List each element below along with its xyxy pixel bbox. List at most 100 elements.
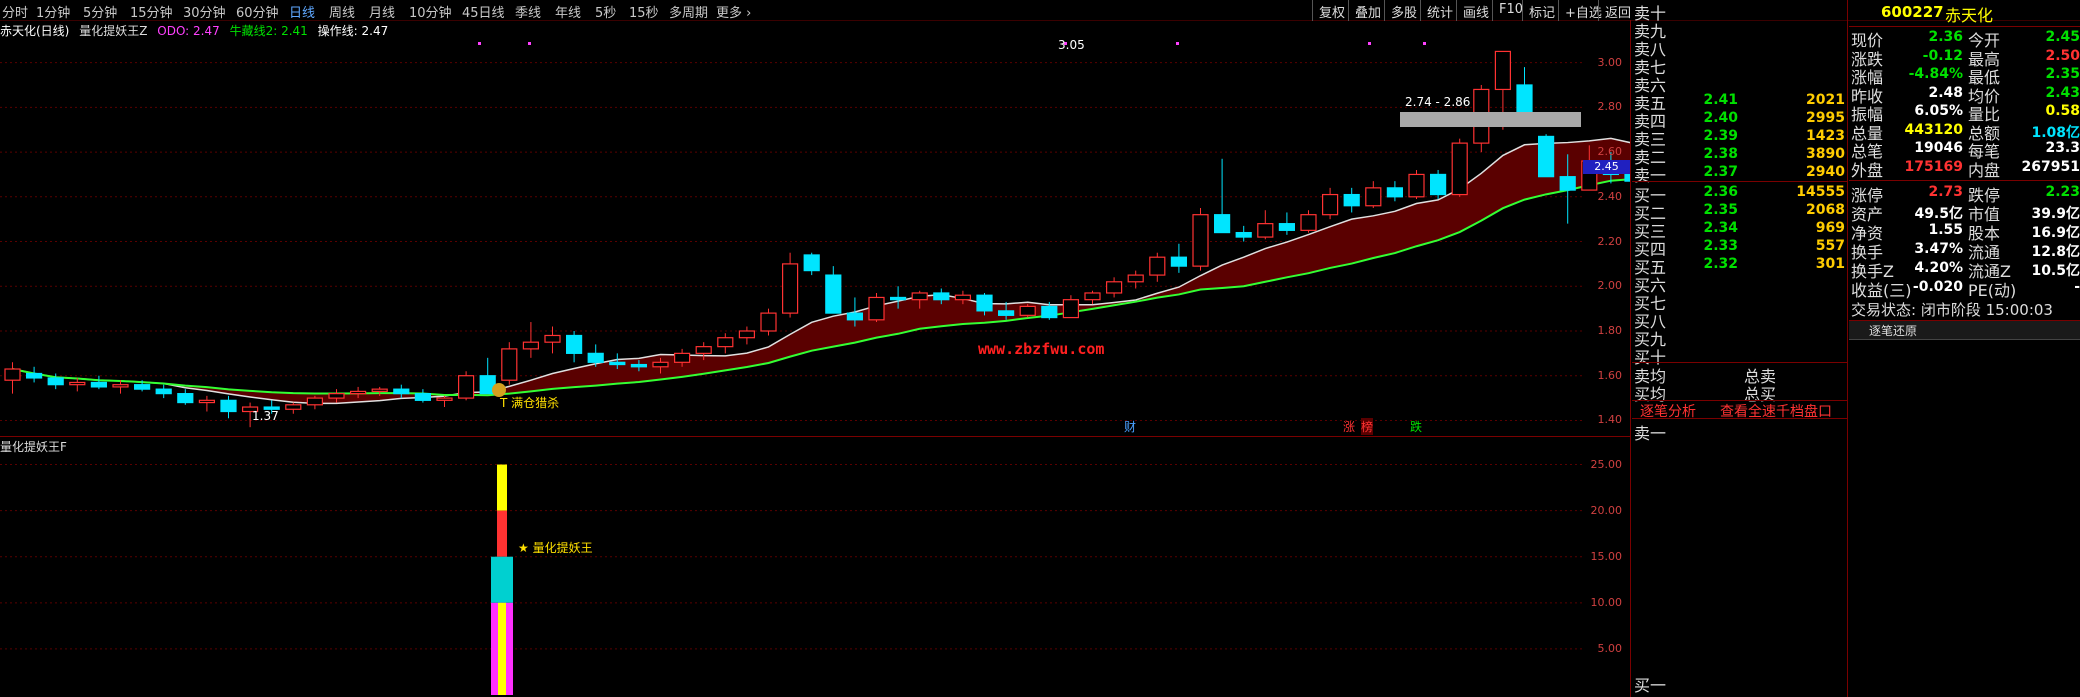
price-tick: 2.60 xyxy=(1597,145,1623,159)
candle-body xyxy=(1300,214,1317,231)
quote-divider xyxy=(1849,180,2080,181)
candle-body xyxy=(544,334,561,343)
bid-price[interactable]: 2.34 xyxy=(1678,220,1738,236)
quote-row-value: 443120 xyxy=(1904,121,1963,138)
bid-price[interactable]: 2.36 xyxy=(1678,184,1738,200)
period-0[interactable]: 分时 xyxy=(2,2,28,21)
candle-body xyxy=(26,372,43,379)
quote-row2-value-2: 16.9亿 xyxy=(2031,225,2080,241)
period-7[interactable]: 周线 xyxy=(329,2,355,21)
ob-divider-2 xyxy=(1632,418,1847,419)
toolbar-btn-2[interactable]: 多股 xyxy=(1384,0,1423,21)
period-6[interactable]: 日线 xyxy=(289,2,315,21)
candle-body xyxy=(1429,173,1447,196)
ask-price[interactable]: 2.41 xyxy=(1678,92,1738,108)
candle-body xyxy=(1537,135,1555,178)
niu-line-value: 牛藏线2: 2.41 xyxy=(229,24,308,38)
candle-body xyxy=(1127,274,1144,283)
bid-price[interactable]: 2.32 xyxy=(1678,256,1738,272)
candle-body xyxy=(803,254,820,272)
bid-vol: 969 xyxy=(1815,220,1845,236)
candle-body xyxy=(587,352,604,363)
candle-body xyxy=(673,352,691,363)
signal-dot xyxy=(478,42,481,45)
cai-marker: 财 xyxy=(1124,420,1137,434)
candle-body xyxy=(134,384,151,390)
ask-price[interactable]: 2.37 xyxy=(1678,164,1738,180)
candle-body xyxy=(220,399,237,413)
candle-body xyxy=(328,393,345,399)
candle-body xyxy=(1019,305,1036,316)
price-tick: 2.80 xyxy=(1597,100,1623,114)
toolbar-btn-6[interactable]: 标记 xyxy=(1522,0,1561,21)
candle-body xyxy=(522,341,540,350)
period-toolbar: 分时 1分钟 5分钟 15分钟 30分钟 60分钟 日线 周线 月线 10分钟 45日线 季线 年线 5秒… xyxy=(0,0,2080,21)
candle-body xyxy=(1235,231,1252,238)
period-2[interactable]: 5分钟 xyxy=(83,2,117,21)
period-12[interactable]: 年线 xyxy=(555,2,581,21)
candle-body xyxy=(285,404,302,410)
bid-vol: 14555 xyxy=(1796,184,1845,200)
quote-row-value-2: 0.58 xyxy=(2045,103,2080,119)
period-4[interactable]: 30分钟 xyxy=(183,2,226,21)
toolbar-btn-8[interactable]: 返回 xyxy=(1598,0,1637,21)
period-14[interactable]: 15秒 xyxy=(629,2,659,21)
signal-dot xyxy=(1176,42,1179,45)
quote-row-value: 6.05% xyxy=(1914,103,1963,119)
candle-body xyxy=(717,337,734,348)
ask-vol: 2021 xyxy=(1806,92,1845,108)
resistance-zone-box xyxy=(1400,112,1581,127)
candle-body xyxy=(1213,214,1231,234)
indicator-name[interactable]: 量化提妖王Z xyxy=(79,24,147,38)
period-13[interactable]: 5秒 xyxy=(595,2,616,21)
quote-row2-value: 3.47% xyxy=(1914,241,1963,257)
quote-row2-value-2: - xyxy=(2074,279,2080,295)
bid-price[interactable]: 2.33 xyxy=(1678,238,1738,254)
candle-body xyxy=(630,363,648,368)
period-9[interactable]: 10分钟 xyxy=(409,2,452,21)
ask-price[interactable]: 2.40 xyxy=(1678,110,1738,126)
ma-line-short xyxy=(12,137,1630,405)
zone-label: 2.74 - 2.86 xyxy=(1405,95,1471,109)
lower-indicator-chart[interactable] xyxy=(0,437,1630,697)
ask-price[interactable]: 2.39 xyxy=(1678,128,1738,144)
quote-row-label-2: 内盘 xyxy=(1968,160,2001,180)
period-1[interactable]: 1分钟 xyxy=(36,2,70,21)
quote-row2-value: 2.73 xyxy=(1928,184,1963,200)
candle-body xyxy=(90,381,108,388)
ask-price[interactable]: 2.38 xyxy=(1678,146,1738,162)
stock-title: 赤天化(日线) xyxy=(0,24,70,38)
period-15[interactable]: 多周期 xyxy=(669,2,708,21)
candle-body xyxy=(695,346,712,354)
candle-body xyxy=(1084,292,1101,301)
ask-vol: 2995 xyxy=(1806,110,1845,126)
ask-vol: 2940 xyxy=(1806,164,1845,180)
tick-restore-header[interactable]: 逐笔还原 xyxy=(1849,321,2080,340)
period-5[interactable]: 60分钟 xyxy=(236,2,279,21)
candle-body xyxy=(177,393,194,404)
high-label: 3.05 xyxy=(1058,38,1085,52)
candlestick-chart[interactable] xyxy=(0,38,1630,435)
candle-body xyxy=(501,348,518,381)
period-11[interactable]: 季线 xyxy=(515,2,541,21)
period-8[interactable]: 月线 xyxy=(369,2,395,21)
period-3[interactable]: 15分钟 xyxy=(130,2,173,21)
lower-tick: 15.00 xyxy=(1590,549,1623,563)
price-tick: 2.40 xyxy=(1597,189,1623,203)
toolbar-btn-1[interactable]: 叠加 xyxy=(1348,0,1387,21)
toolbar-btn-0[interactable]: 复权 xyxy=(1312,0,1351,21)
period-16[interactable]: 更多 › xyxy=(716,2,751,21)
candle-body xyxy=(954,294,972,301)
toolbar-btn-3[interactable]: 统计 xyxy=(1420,0,1459,21)
quote-row2-value-2: 2.23 xyxy=(2045,184,2080,200)
lower-tick: 5.00 xyxy=(1597,641,1623,655)
bar-yellow xyxy=(497,464,507,511)
toolbar-btn-4[interactable]: 画线 xyxy=(1456,0,1495,21)
candle-body xyxy=(565,334,583,354)
bid-price[interactable]: 2.35 xyxy=(1678,202,1738,218)
candle-body xyxy=(69,381,86,386)
period-10[interactable]: 45日线 xyxy=(462,2,505,21)
quote-row-value-2: 2.43 xyxy=(2045,84,2080,101)
indicator-info-line: 赤天化(日线) 量化提妖王Z ODO: 2.47 牛藏线2: 2.41 操作线:… xyxy=(0,22,394,38)
quote-row-value-2: 1.08亿 xyxy=(2031,124,2080,141)
